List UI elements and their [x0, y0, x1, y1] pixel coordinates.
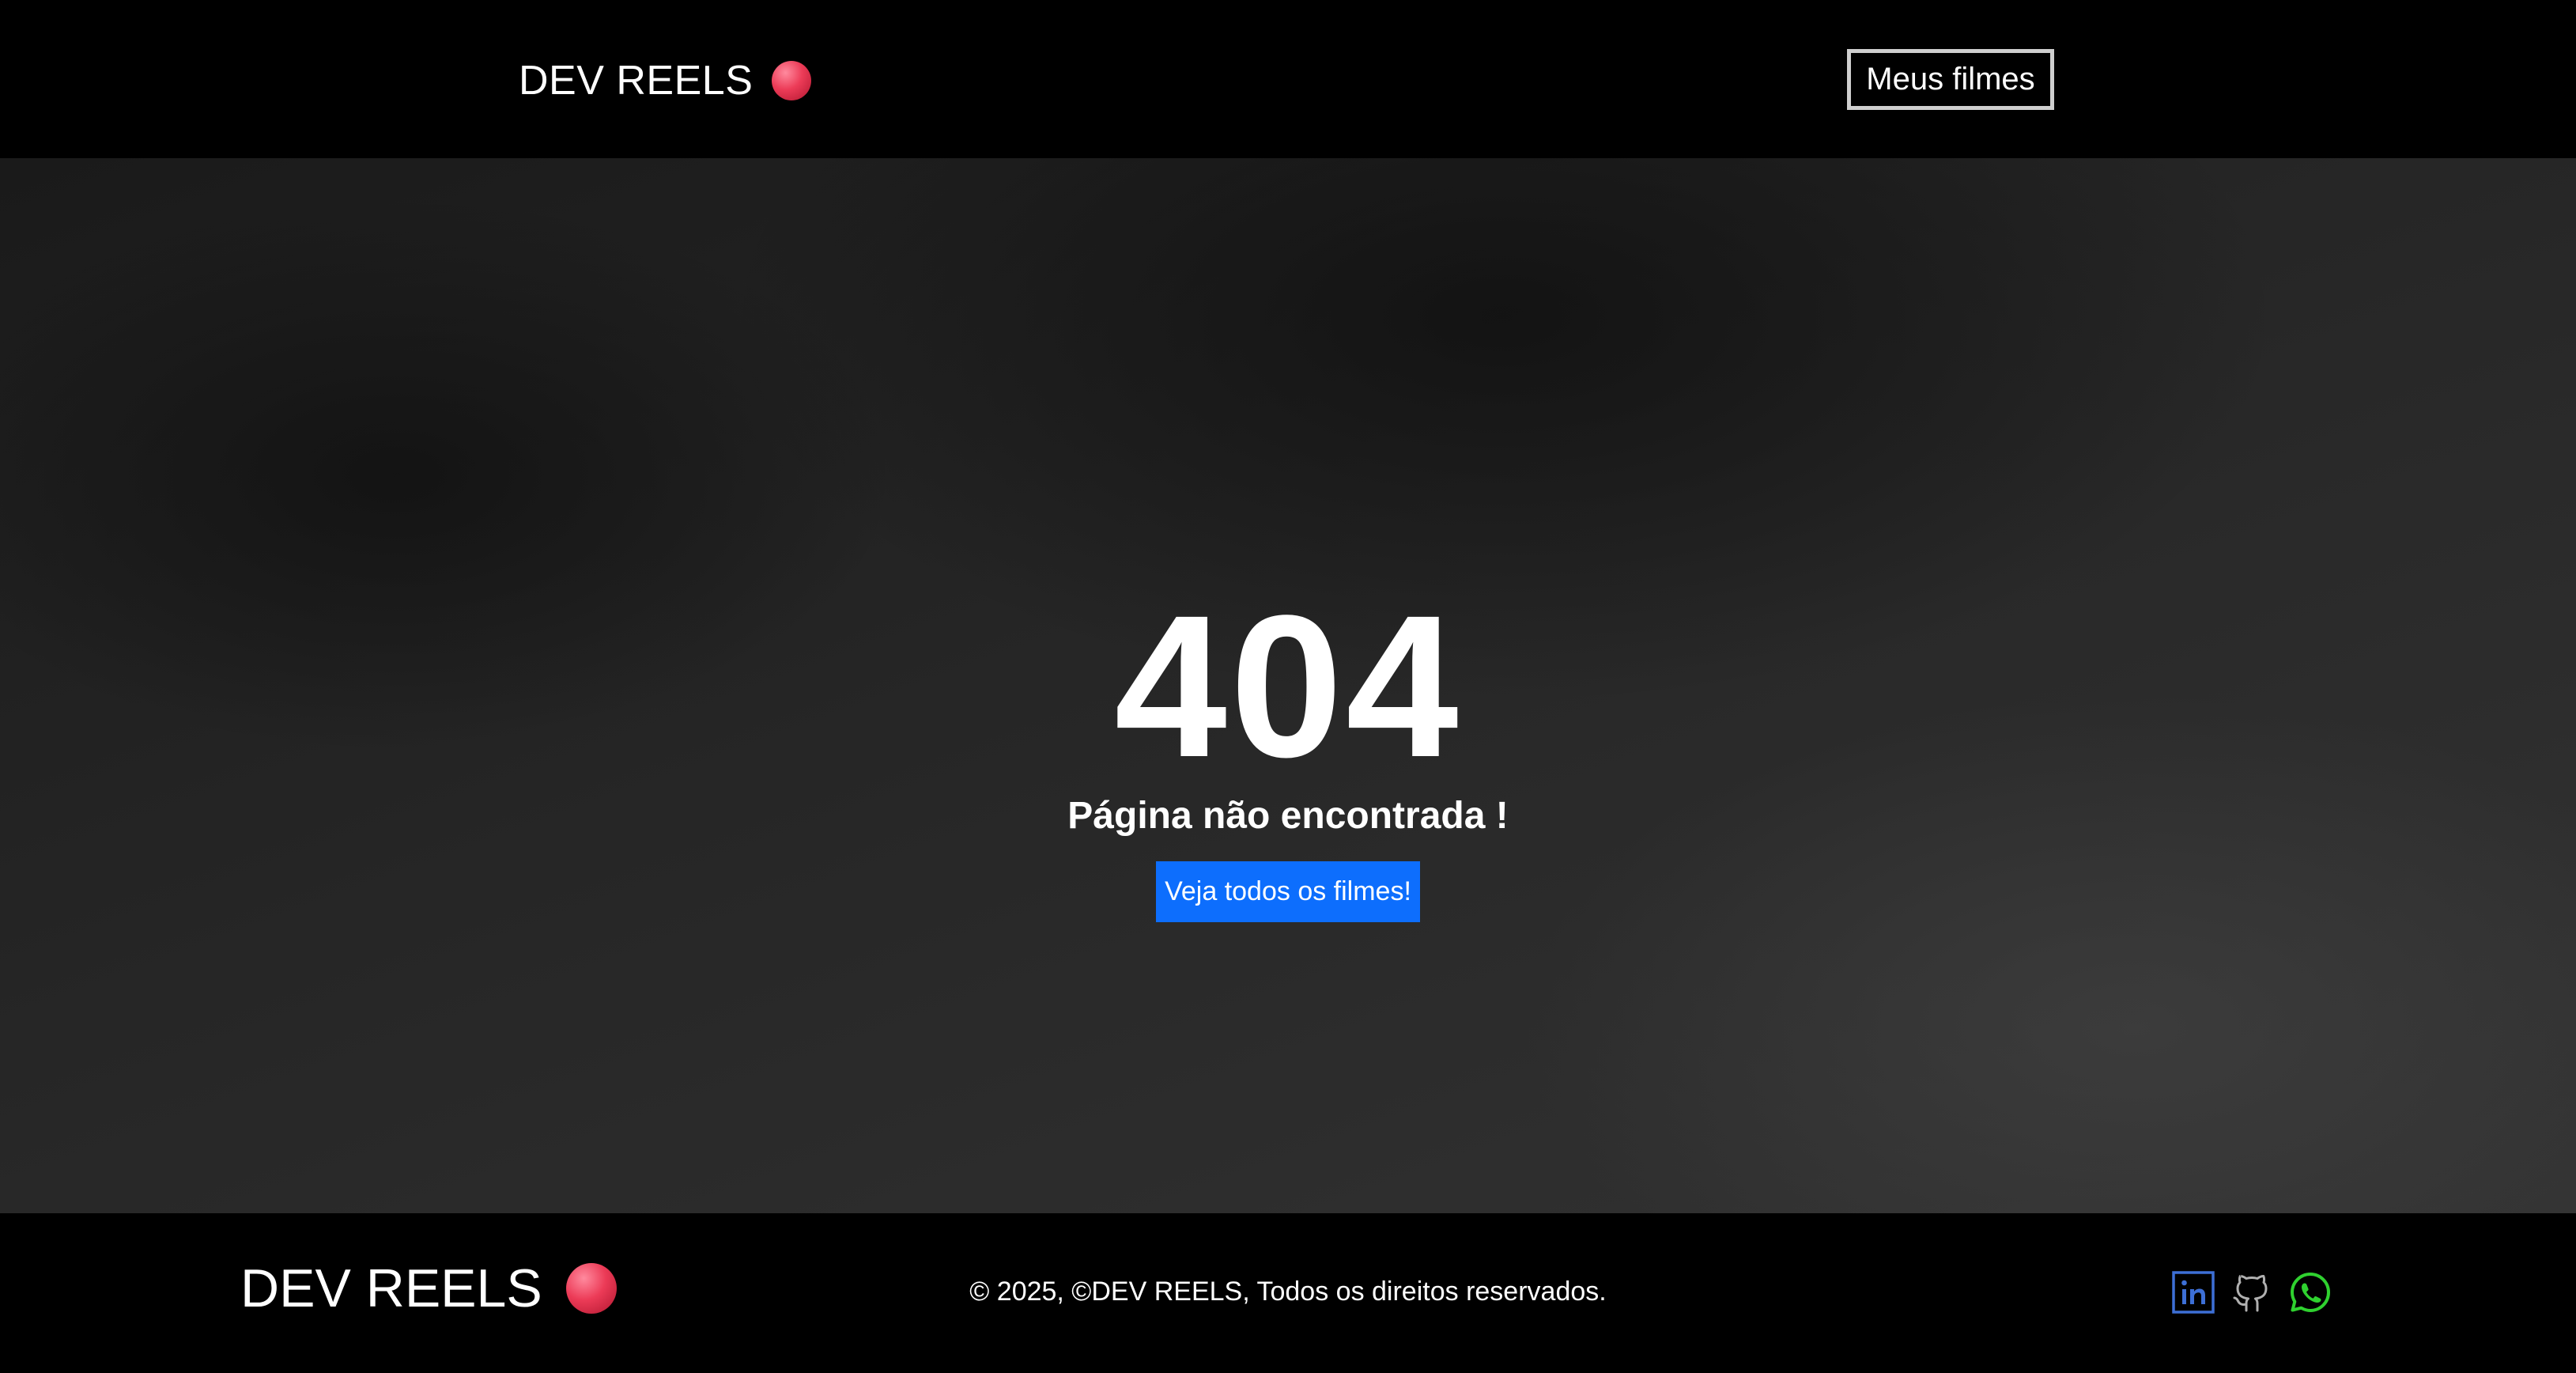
- not-found-section: 404 Página não encontrada ! Veja todos o…: [0, 158, 2576, 1213]
- error-code: 404: [1114, 573, 1462, 800]
- my-movies-button[interactable]: Meus filmes: [1847, 49, 2054, 110]
- brand-dot-icon: [772, 61, 812, 100]
- header-logo[interactable]: DEV REELS: [519, 57, 812, 104]
- linkedin-icon[interactable]: [2171, 1270, 2215, 1314]
- header-brand-text: DEV REELS: [519, 58, 754, 104]
- see-all-movies-button[interactable]: Veja todos os filmes!: [1156, 861, 1420, 922]
- site-footer: DEV REELS © 2025, ©DEV REELS, Todos os d…: [0, 1213, 2576, 1373]
- social-links: [2171, 1270, 2332, 1314]
- github-icon[interactable]: [2230, 1270, 2274, 1314]
- whatsapp-icon[interactable]: [2288, 1270, 2332, 1314]
- site-header: DEV REELS Meus filmes: [0, 0, 2576, 158]
- error-message: Página não encontrada !: [1067, 795, 1509, 837]
